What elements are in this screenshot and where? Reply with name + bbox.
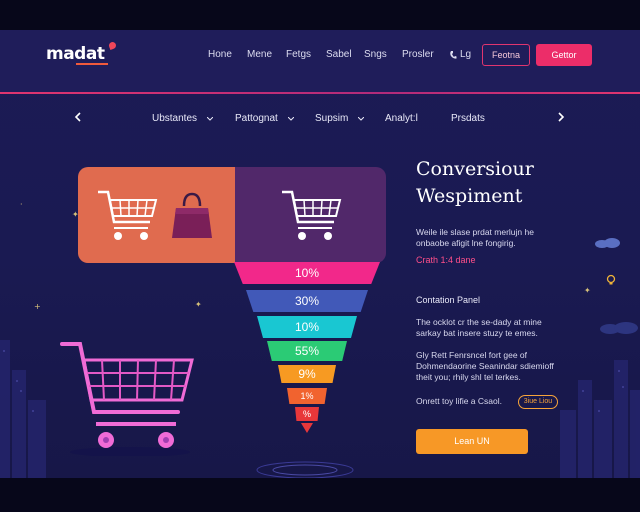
funnel-tip (301, 423, 313, 433)
nav-item-5[interactable]: Sngs (364, 49, 387, 60)
subnav-item-3[interactable]: Supsim (315, 113, 348, 124)
subnav-item-2[interactable]: Pattognat (235, 113, 278, 124)
subnav-item-5[interactable]: Prsdats (451, 113, 485, 124)
cart-icon (282, 190, 342, 240)
funnel-stage-4: 55% (267, 341, 347, 361)
funnel-stage-5: 9% (278, 365, 336, 383)
section-label: Contation Panel (416, 295, 481, 305)
header-divider (0, 92, 640, 94)
logo-mark-icon (108, 41, 117, 50)
page-title-line2: Wespiment (416, 185, 523, 207)
chevron-down-icon (207, 117, 213, 121)
cart-illustration-icon (60, 342, 194, 456)
star-decor: ✦ (195, 300, 202, 309)
intro-text-line1: Weile ile slase prdat merlujn he (416, 227, 534, 237)
nav-item-home[interactable]: Hone (208, 49, 232, 60)
paragraph2-line1: Gly Rett Fenrsncel fort gee of (416, 350, 528, 360)
status-badge[interactable]: 3iue Liou (518, 395, 558, 409)
funnel-stage-6: 1% (287, 388, 327, 404)
outline-button[interactable]: Feotna (482, 44, 530, 66)
cloud-decor-icon (595, 238, 620, 248)
star-decor: · (20, 200, 23, 209)
paragraph1-line1: The ocklot cr the se-dady at mine (416, 317, 542, 327)
subnav-item-1[interactable]: Ubstantes (152, 113, 197, 124)
star-decor: + (34, 302, 41, 311)
footnote-text: Onrett toy lifie a Csaol. (416, 396, 502, 406)
page-title-line1: Conversiour (416, 158, 534, 180)
lightbulb-icon (606, 274, 616, 285)
logo-underline (76, 63, 108, 65)
app-window: madat Hone Mene Fetgs Sabel Sngs Prosler… (0, 30, 640, 478)
funnel-stage-7: % (295, 407, 319, 421)
chevron-left-icon[interactable] (74, 112, 82, 122)
paragraph1-line2: sarkay bat insere stuzy te emes. (416, 328, 538, 338)
funnel-stage-3: 10% (257, 316, 357, 338)
chevron-right-icon[interactable] (557, 112, 565, 122)
intro-text-line2: onbaobe afigit lne fongirig. (416, 238, 516, 248)
subnav-item-4[interactable]: Analyt:l (385, 113, 418, 124)
nav-item-6[interactable]: Prosler (402, 49, 434, 60)
header-bar: madat Hone Mene Fetgs Sabel Sngs Prosler… (0, 30, 640, 92)
phone-icon (450, 51, 457, 59)
highlight-link[interactable]: Crath 1:4 dane (416, 255, 476, 265)
funnel-stage-1: 10% (234, 262, 380, 284)
brand-logo[interactable]: madat (46, 44, 105, 64)
chevron-down-icon (358, 117, 364, 121)
login-link[interactable]: Lg (460, 49, 471, 60)
star-decor: ✦ (584, 286, 591, 295)
paragraph2-line2: Dohmendaorine Seanindar sdiemioff (416, 361, 554, 371)
cta-button[interactable]: Lean UN (416, 429, 528, 454)
cloud-decor-icon (600, 322, 638, 334)
nav-item-3[interactable]: Fetgs (286, 49, 311, 60)
bag-icon (172, 192, 212, 238)
cart-icon (98, 190, 158, 240)
get-started-button[interactable]: Gettor (536, 44, 592, 66)
nav-item-2[interactable]: Mene (247, 49, 272, 60)
nav-item-4[interactable]: Sabel (326, 49, 352, 60)
paragraph2-line3: theit you; rhily shl tel terkes. (416, 372, 521, 382)
funnel-stage-2: 30% (246, 290, 368, 312)
chevron-down-icon (288, 117, 294, 121)
